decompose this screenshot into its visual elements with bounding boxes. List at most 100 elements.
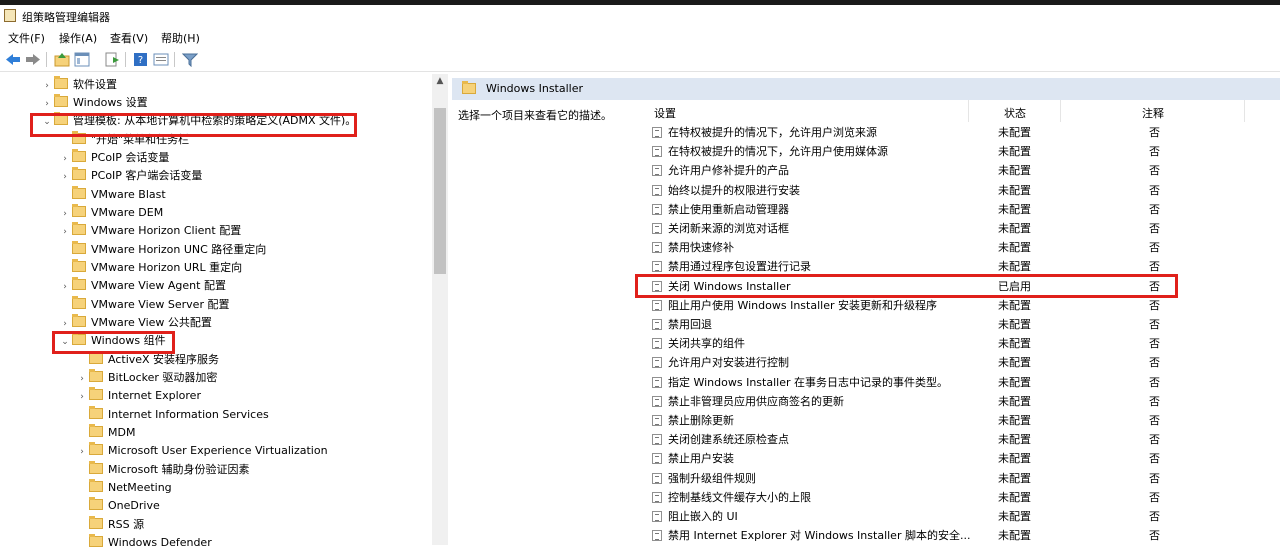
column-divider[interactable] bbox=[1244, 100, 1245, 122]
policy-name: 允许用户修补提升的产品 bbox=[668, 164, 789, 178]
policy-row[interactable]: 禁用快速修补 未配置 否 bbox=[652, 238, 1272, 257]
policy-row[interactable]: 允许用户对安装进行控制 未配置 否 bbox=[652, 353, 1272, 372]
policy-setting-icon bbox=[652, 242, 662, 254]
column-setting[interactable]: 设置 bbox=[654, 105, 676, 121]
expand-toggle-icon[interactable]: › bbox=[58, 223, 72, 241]
policy-row[interactable]: 在特权被提升的情况下，允许用户浏览来源 未配置 否 bbox=[652, 123, 1272, 142]
tree-item[interactable]: › PCoIP 会话变量 bbox=[58, 149, 169, 167]
policy-name: 禁止非管理员应用供应商签名的更新 bbox=[668, 394, 844, 408]
policy-row[interactable]: 阻止用户使用 Windows Installer 安装更新和升级程序 未配置 否 bbox=[652, 296, 1272, 315]
tree-item[interactable]: › PCoIP 客户端会话变量 bbox=[58, 167, 202, 185]
column-divider[interactable] bbox=[1060, 100, 1061, 122]
policy-row[interactable]: 禁止非管理员应用供应商签名的更新 未配置 否 bbox=[652, 392, 1272, 411]
tree-item[interactable]: › Microsoft User Experience Virtualizatio… bbox=[75, 442, 328, 460]
policy-name: 指定 Windows Installer 在事务日志中记录的事件类型。 bbox=[668, 375, 948, 389]
export-list-icon[interactable] bbox=[104, 52, 120, 67]
policy-row[interactable]: 始终以提升的权限进行安装 未配置 否 bbox=[652, 181, 1272, 200]
policy-name: 关闭共享的组件 bbox=[668, 337, 745, 351]
policy-row[interactable]: 关闭共享的组件 未配置 否 bbox=[652, 334, 1272, 353]
tree-item[interactable]: › Internet Explorer bbox=[75, 387, 201, 405]
policy-name: 禁用回退 bbox=[668, 318, 712, 331]
menu-action[interactable]: 操作(A) bbox=[59, 30, 97, 46]
tree-item[interactable]: VMware View Server 配置 bbox=[58, 296, 229, 314]
policy-name: 强制升级组件规则 bbox=[668, 471, 756, 485]
folder-icon bbox=[72, 222, 86, 235]
expand-toggle-icon[interactable]: › bbox=[58, 205, 72, 223]
back-arrow-icon[interactable] bbox=[5, 52, 21, 67]
up-folder-icon[interactable] bbox=[54, 52, 70, 67]
policy-row[interactable]: 允许用户修补提升的产品 未配置 否 bbox=[652, 161, 1272, 180]
expand-toggle-icon[interactable]: › bbox=[75, 388, 89, 406]
forward-arrow-icon[interactable] bbox=[25, 52, 41, 67]
show-hide-tree-icon[interactable] bbox=[74, 52, 90, 67]
policy-note: 否 bbox=[1149, 241, 1160, 255]
tree-item[interactable]: NetMeeting bbox=[75, 479, 172, 497]
menu-file[interactable]: 文件(F) bbox=[8, 30, 45, 46]
policy-state: 未配置 bbox=[998, 318, 1031, 331]
tree-item[interactable]: › VMware View 公共配置 bbox=[58, 314, 212, 332]
column-state[interactable]: 状态 bbox=[1004, 105, 1026, 121]
policy-row[interactable]: 禁止使用重新启动管理器 未配置 否 bbox=[652, 200, 1272, 219]
tree-item[interactable]: › VMware DEM bbox=[58, 204, 163, 222]
expand-toggle-icon[interactable]: › bbox=[75, 370, 89, 388]
column-divider[interactable] bbox=[968, 100, 969, 122]
folder-icon bbox=[72, 296, 86, 309]
tree-item[interactable]: › Windows 设置 bbox=[40, 94, 148, 112]
filter-icon[interactable] bbox=[181, 52, 199, 68]
policy-setting-icon bbox=[652, 146, 662, 158]
policy-note: 否 bbox=[1149, 529, 1160, 543]
policy-row[interactable]: 禁用 Internet Explorer 对 Windows Installer… bbox=[652, 526, 1272, 545]
policy-row[interactable]: 指定 Windows Installer 在事务日志中记录的事件类型。 未配置 否 bbox=[652, 373, 1272, 392]
expand-toggle-icon[interactable]: › bbox=[75, 443, 89, 461]
policy-note: 否 bbox=[1149, 222, 1160, 235]
tree-item[interactable]: Internet Information Services bbox=[75, 406, 269, 424]
properties-icon[interactable] bbox=[153, 52, 169, 67]
expand-toggle-icon[interactable]: › bbox=[58, 168, 72, 186]
svg-text:?: ? bbox=[138, 55, 143, 66]
expand-toggle-icon[interactable]: › bbox=[40, 77, 54, 95]
policy-row[interactable]: 关闭新来源的浏览对话框 未配置 否 bbox=[652, 219, 1272, 238]
policy-note: 否 bbox=[1149, 145, 1160, 159]
scroll-up-arrow-icon[interactable]: ▲ bbox=[432, 76, 448, 92]
tree-item[interactable]: › 软件设置 bbox=[40, 76, 117, 94]
tree-item[interactable]: Windows Defender bbox=[75, 534, 212, 552]
policy-note: 否 bbox=[1149, 183, 1160, 197]
tree-item-label: Windows 设置 bbox=[73, 96, 148, 109]
policy-state: 未配置 bbox=[998, 222, 1031, 235]
policy-note: 否 bbox=[1149, 298, 1160, 312]
policy-row[interactable]: 控制基线文件缓存大小的上限 未配置 否 bbox=[652, 488, 1272, 507]
tree-item-label: VMware Blast bbox=[91, 188, 166, 201]
policy-row[interactable]: 禁止用户安装 未配置 否 bbox=[652, 449, 1272, 468]
policy-note: 否 bbox=[1149, 126, 1160, 139]
menu-help[interactable]: 帮助(H) bbox=[161, 30, 200, 46]
menu-view[interactable]: 查看(V) bbox=[110, 30, 148, 46]
expand-toggle-icon[interactable]: › bbox=[40, 95, 54, 113]
expand-toggle-icon[interactable]: › bbox=[58, 278, 72, 296]
policy-state: 未配置 bbox=[998, 471, 1031, 485]
tree-item[interactable]: Microsoft 辅助身份验证因素 bbox=[75, 461, 250, 479]
policy-row[interactable]: 在特权被提升的情况下，允许用户使用媒体源 未配置 否 bbox=[652, 142, 1272, 161]
policy-row[interactable]: 禁止删除更新 未配置 否 bbox=[652, 411, 1272, 430]
tree-item[interactable]: RSS 源 bbox=[75, 516, 144, 534]
tree-item[interactable]: › VMware View Agent 配置 bbox=[58, 277, 226, 295]
policy-row[interactable]: 禁用回退 未配置 否 bbox=[652, 315, 1272, 334]
folder-icon bbox=[72, 241, 86, 254]
tree-item[interactable]: OneDrive bbox=[75, 497, 160, 515]
tree-item[interactable]: › BitLocker 驱动器加密 bbox=[75, 369, 217, 387]
policy-row[interactable]: 强制升级组件规则 未配置 否 bbox=[652, 469, 1272, 488]
policy-note: 否 bbox=[1149, 164, 1160, 178]
tree-item[interactable]: VMware Horizon UNC 路径重定向 bbox=[58, 241, 266, 259]
policy-row[interactable]: 关闭创建系统还原检查点 未配置 否 bbox=[652, 430, 1272, 449]
scrollbar-thumb[interactable] bbox=[434, 108, 446, 274]
tree-item[interactable]: › VMware Horizon Client 配置 bbox=[58, 222, 241, 240]
expand-toggle-icon[interactable]: › bbox=[58, 150, 72, 168]
policy-setting-icon bbox=[652, 472, 662, 484]
tree-item[interactable]: VMware Blast bbox=[58, 186, 166, 204]
column-note[interactable]: 注释 bbox=[1142, 105, 1164, 121]
tree-item[interactable]: MDM bbox=[75, 424, 135, 442]
policy-row[interactable]: 阻止嵌入的 UI 未配置 否 bbox=[652, 507, 1272, 526]
tree-item-label: OneDrive bbox=[108, 499, 160, 512]
policy-note: 否 bbox=[1149, 452, 1160, 466]
help-icon[interactable]: ? bbox=[133, 52, 149, 67]
tree-item[interactable]: VMware Horizon URL 重定向 bbox=[58, 259, 242, 277]
